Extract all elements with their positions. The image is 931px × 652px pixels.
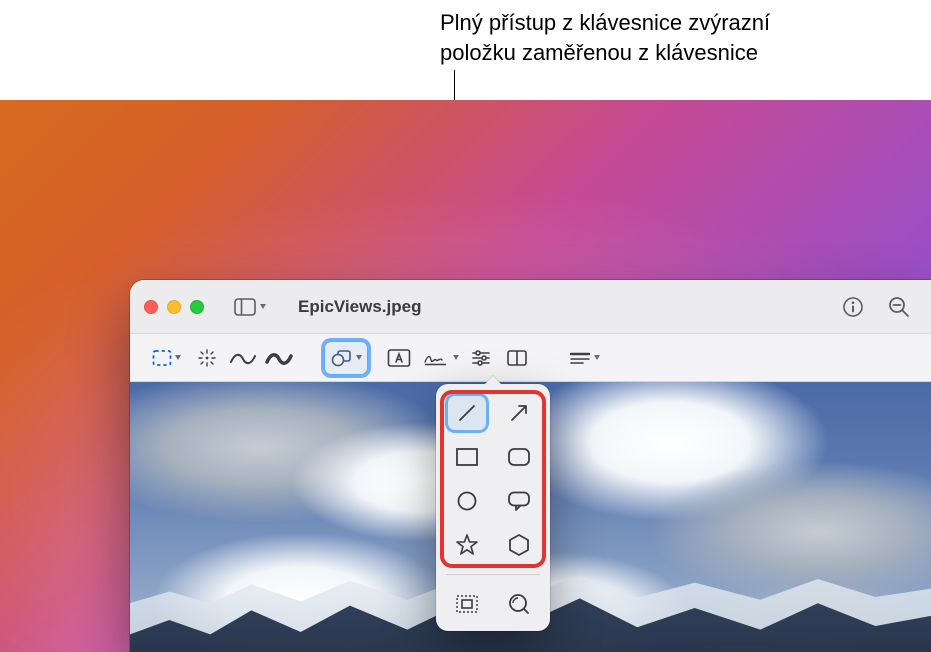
adjust-icon xyxy=(470,349,492,367)
speech-bubble-icon xyxy=(506,490,532,512)
shape-loupe-button[interactable] xyxy=(500,587,538,621)
shape-arrow-button[interactable] xyxy=(500,396,538,430)
description-icon xyxy=(569,351,591,365)
shape-line-button[interactable] xyxy=(448,396,486,430)
rectangle-icon xyxy=(454,446,480,468)
rounded-rectangle-icon xyxy=(506,446,532,468)
titlebar: EpicViews.jpeg xyxy=(130,280,931,334)
chevron-down-icon xyxy=(175,355,181,360)
crop-tool-button[interactable] xyxy=(500,341,534,375)
selection-tool-button[interactable] xyxy=(144,341,188,375)
sidebar-toggle-button[interactable] xyxy=(226,294,274,320)
info-button[interactable] xyxy=(835,289,871,325)
sketch-icon xyxy=(265,349,293,367)
shapes-popover xyxy=(436,384,550,631)
shape-mask-button[interactable] xyxy=(448,587,486,621)
shape-polygon-button[interactable] xyxy=(500,528,538,562)
desktop-wallpaper: EpicViews.jpeg xyxy=(0,100,931,652)
loupe-icon xyxy=(506,592,532,616)
text-icon xyxy=(387,348,411,368)
info-icon xyxy=(842,296,864,318)
instant-alpha-icon xyxy=(197,348,217,368)
markup-toolbar xyxy=(130,334,931,382)
zoom-button[interactable] xyxy=(190,300,204,314)
chevron-down-icon xyxy=(356,355,362,360)
annotate-description-button[interactable] xyxy=(562,341,606,375)
line-icon xyxy=(455,401,479,425)
star-icon xyxy=(454,533,480,557)
zoom-out-icon xyxy=(887,295,911,319)
window-title: EpicViews.jpeg xyxy=(298,297,421,317)
instant-alpha-button[interactable] xyxy=(190,341,224,375)
shape-speech-button[interactable] xyxy=(500,484,538,518)
arrow-icon xyxy=(507,401,531,425)
shape-rectangle-button[interactable] xyxy=(448,440,486,474)
sign-icon xyxy=(422,349,450,367)
polygon-icon xyxy=(506,533,532,557)
shape-star-button[interactable] xyxy=(448,528,486,562)
traffic-lights xyxy=(144,300,204,314)
oval-icon xyxy=(454,490,480,512)
shape-oval-button[interactable] xyxy=(448,484,486,518)
selection-icon xyxy=(152,349,172,367)
chevron-down-icon xyxy=(594,355,600,360)
chevron-down-icon xyxy=(260,304,266,309)
callout-text: Plný přístup z klávesnice zvýrazní polož… xyxy=(440,8,900,67)
sign-tool-button[interactable] xyxy=(418,341,462,375)
text-tool-button[interactable] xyxy=(382,341,416,375)
adjust-color-button[interactable] xyxy=(464,341,498,375)
shapes-tool-button[interactable] xyxy=(324,341,368,375)
shapes-icon xyxy=(331,349,353,367)
callout-line1: Plný přístup z klávesnice zvýrazní xyxy=(440,8,900,38)
chevron-down-icon xyxy=(453,355,459,360)
draw-icon xyxy=(229,349,257,367)
close-button[interactable] xyxy=(144,300,158,314)
crop-icon xyxy=(506,349,528,367)
callout-line2: položku zaměřenou z klávesnice xyxy=(440,38,900,68)
sketch-tool-button[interactable] xyxy=(262,341,296,375)
popover-divider xyxy=(446,574,540,575)
sidebar-icon xyxy=(234,298,256,316)
minimize-button[interactable] xyxy=(167,300,181,314)
mask-icon xyxy=(454,593,480,615)
preview-window: EpicViews.jpeg xyxy=(130,280,931,652)
zoom-out-button[interactable] xyxy=(881,289,917,325)
draw-tool-button[interactable] xyxy=(226,341,260,375)
shape-rounded-rect-button[interactable] xyxy=(500,440,538,474)
